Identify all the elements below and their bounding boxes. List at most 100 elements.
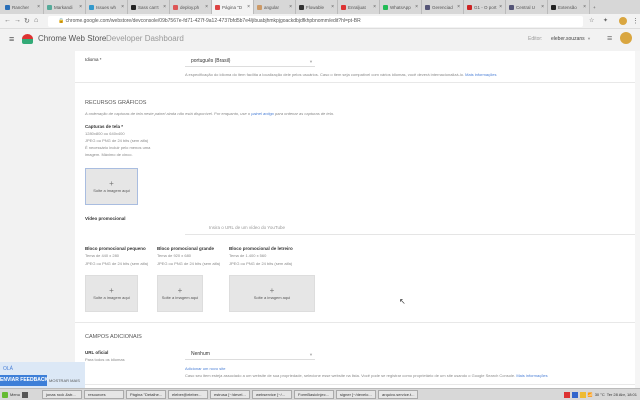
account-avatar[interactable] bbox=[620, 32, 632, 44]
title-light: Developer Dashboard bbox=[106, 34, 184, 43]
video-url-input[interactable]: Insira o URL de um vídeo do YouTube bbox=[185, 225, 635, 235]
favicon-icon bbox=[383, 4, 388, 10]
tile-dropzone[interactable]: + Solte a imagem aqui bbox=[85, 275, 138, 312]
plus-icon: + bbox=[109, 179, 114, 188]
language-more-info-link[interactable]: Mais informações bbox=[465, 72, 496, 77]
close-icon[interactable]: × bbox=[289, 4, 292, 10]
browser-tab[interactable]: Sass can't × bbox=[128, 0, 170, 14]
taskbar-window[interactable]: arquivo.service.t... bbox=[378, 390, 419, 399]
tray-icon[interactable] bbox=[571, 391, 578, 398]
chevron-down-icon[interactable]: ▼ bbox=[587, 36, 591, 41]
close-icon[interactable]: × bbox=[499, 4, 502, 10]
official-url-label: URL oficial bbox=[85, 350, 109, 355]
close-icon[interactable]: × bbox=[247, 4, 250, 10]
browser-tab[interactable]: Enraljuat × bbox=[338, 0, 380, 14]
close-icon[interactable]: × bbox=[541, 4, 544, 10]
browser-tab[interactable]: WhatsApp × bbox=[380, 0, 422, 14]
screenshots-format: JPEG ou PNG de 24 bits (sem alfa) bbox=[85, 138, 149, 143]
browser-tab[interactable]: Issues wh × bbox=[86, 0, 128, 14]
launcher-icon[interactable] bbox=[22, 391, 29, 398]
tab-label: deploy.ph bbox=[180, 4, 200, 10]
back-icon[interactable]: ← bbox=[4, 17, 11, 24]
mouse-cursor-icon: ↖ bbox=[399, 297, 406, 306]
home-icon[interactable]: ⌂ bbox=[34, 17, 38, 24]
close-icon[interactable]: × bbox=[583, 4, 586, 10]
close-icon[interactable]: × bbox=[163, 4, 166, 10]
hamburger-icon[interactable]: ≡ bbox=[9, 34, 14, 44]
start-menu-button[interactable]: Menu bbox=[2, 391, 20, 398]
taskbar-window[interactable]: estrusa [~/devel... bbox=[210, 390, 251, 399]
official-url-help: Caso seu item esteja associado a um webs… bbox=[185, 373, 548, 378]
plus-icon: + bbox=[269, 286, 275, 295]
video-placeholder: Insira o URL de um vídeo do YouTube bbox=[209, 225, 285, 230]
taskbar-window[interactable]: signer [~/develo... bbox=[336, 390, 377, 399]
language-help-text: A especificação do idioma do item facili… bbox=[185, 72, 465, 77]
menu-icon[interactable]: ≡ bbox=[607, 33, 612, 43]
star-icon[interactable]: ☆ bbox=[589, 17, 594, 24]
tile-size: Tema de 920 x 680 bbox=[157, 253, 192, 258]
tray-icon[interactable] bbox=[563, 391, 570, 398]
additional-section-title: CAMPOS ADICIONAIS bbox=[85, 334, 142, 340]
show-more-button[interactable]: MOSTRAR MAIS bbox=[49, 378, 80, 383]
browser-tab[interactable]: angular × bbox=[254, 0, 296, 14]
profile-avatar[interactable] bbox=[619, 17, 627, 25]
taskbar-window[interactable]: jonas rock &str... bbox=[42, 390, 83, 399]
tray-icon[interactable] bbox=[579, 391, 586, 398]
new-tab-button[interactable]: + bbox=[590, 0, 604, 14]
favicon-icon bbox=[131, 4, 136, 10]
official-url-select[interactable]: Nenhum ▼ bbox=[185, 350, 315, 360]
official-url-sub: Para todos os idiomas bbox=[85, 357, 125, 362]
favicon-icon bbox=[47, 4, 52, 10]
browser-tab[interactable]: G1 - O port × bbox=[464, 0, 506, 14]
tab-label: Rancher bbox=[12, 4, 30, 10]
old-panel-link[interactable]: painel antigo bbox=[251, 111, 274, 116]
taskbar-window[interactable]: Página "Detalhe... bbox=[126, 390, 167, 399]
tile-label: Bloco promocional grande bbox=[157, 246, 215, 251]
forward-icon[interactable]: → bbox=[14, 17, 21, 24]
divider bbox=[75, 322, 635, 323]
official-url-more-info-link[interactable]: Mais informações bbox=[516, 373, 547, 378]
screenshots-size: 1280x800 ou 640x400 bbox=[85, 131, 125, 136]
close-icon[interactable]: × bbox=[373, 4, 376, 10]
tile-dropzone[interactable]: + Solte a imagem aqui bbox=[229, 275, 315, 312]
taskbar-window[interactable]: FormBasicInjec... bbox=[294, 390, 335, 399]
tile-dropzone[interactable]: + Solte a imagem aqui bbox=[157, 275, 203, 312]
browser-tab[interactable]: Flowable × bbox=[296, 0, 338, 14]
network-icon[interactable]: 📶 bbox=[588, 392, 593, 397]
close-icon[interactable]: × bbox=[121, 4, 124, 10]
close-icon[interactable]: × bbox=[79, 4, 82, 10]
dropzone-text: Solte a imagem aqui bbox=[93, 188, 130, 193]
url-input[interactable]: 🔒 chrome.google.com/webstore/devconsole/… bbox=[48, 16, 583, 27]
browser-tab[interactable]: Markandi × bbox=[44, 0, 86, 14]
favicon-icon bbox=[215, 4, 220, 10]
official-url-help-text: Caso seu item esteja associado a um webs… bbox=[185, 373, 516, 378]
browser-tab[interactable]: Extensão × bbox=[548, 0, 590, 14]
close-icon[interactable]: × bbox=[331, 4, 334, 10]
edit-form: Idioma * português (Brasil) ▼ A especific… bbox=[75, 51, 635, 388]
tab-label: angular bbox=[264, 4, 280, 10]
screenshot-dropzone[interactable]: + Solte a imagem aqui bbox=[85, 168, 138, 205]
close-icon[interactable]: × bbox=[457, 4, 460, 10]
reload-icon[interactable]: ↻ bbox=[24, 17, 30, 25]
close-icon[interactable]: × bbox=[205, 4, 208, 10]
close-icon[interactable]: × bbox=[37, 4, 40, 10]
browser-tab[interactable]: deploy.ph × bbox=[170, 0, 212, 14]
tile-format: JPEG ou PNG de 24 bits (sem alfa) bbox=[157, 261, 221, 266]
menu-dots-icon[interactable]: ⋮ bbox=[632, 17, 639, 25]
editor-select[interactable]: eleber.souzans bbox=[551, 36, 585, 42]
taskbar-window[interactable]: resources bbox=[84, 390, 125, 399]
close-icon[interactable]: × bbox=[415, 4, 418, 10]
tab-label: Página "D bbox=[222, 4, 243, 10]
taskbar-window[interactable]: webservice [~/... bbox=[252, 390, 293, 399]
browser-tab[interactable]: Rancher × bbox=[2, 0, 44, 14]
browser-tab[interactable]: Gerenciad × bbox=[422, 0, 464, 14]
scrollbar[interactable] bbox=[635, 51, 640, 388]
browser-tab[interactable]: Página "D × bbox=[212, 0, 254, 14]
browser-tab[interactable]: Central U × bbox=[506, 0, 548, 14]
extension-icon[interactable]: ✦ bbox=[603, 17, 608, 24]
taskbar-window[interactable]: eleber@eleber... bbox=[168, 390, 209, 399]
language-select[interactable]: português (Brasil) ▼ bbox=[185, 57, 315, 67]
dropzone-text: Solte a imagem aqui bbox=[93, 295, 130, 300]
add-site-link[interactable]: Adicionar um novo site bbox=[185, 366, 225, 371]
send-feedback-button[interactable]: ENVIAR FEEDBACK bbox=[0, 375, 48, 386]
